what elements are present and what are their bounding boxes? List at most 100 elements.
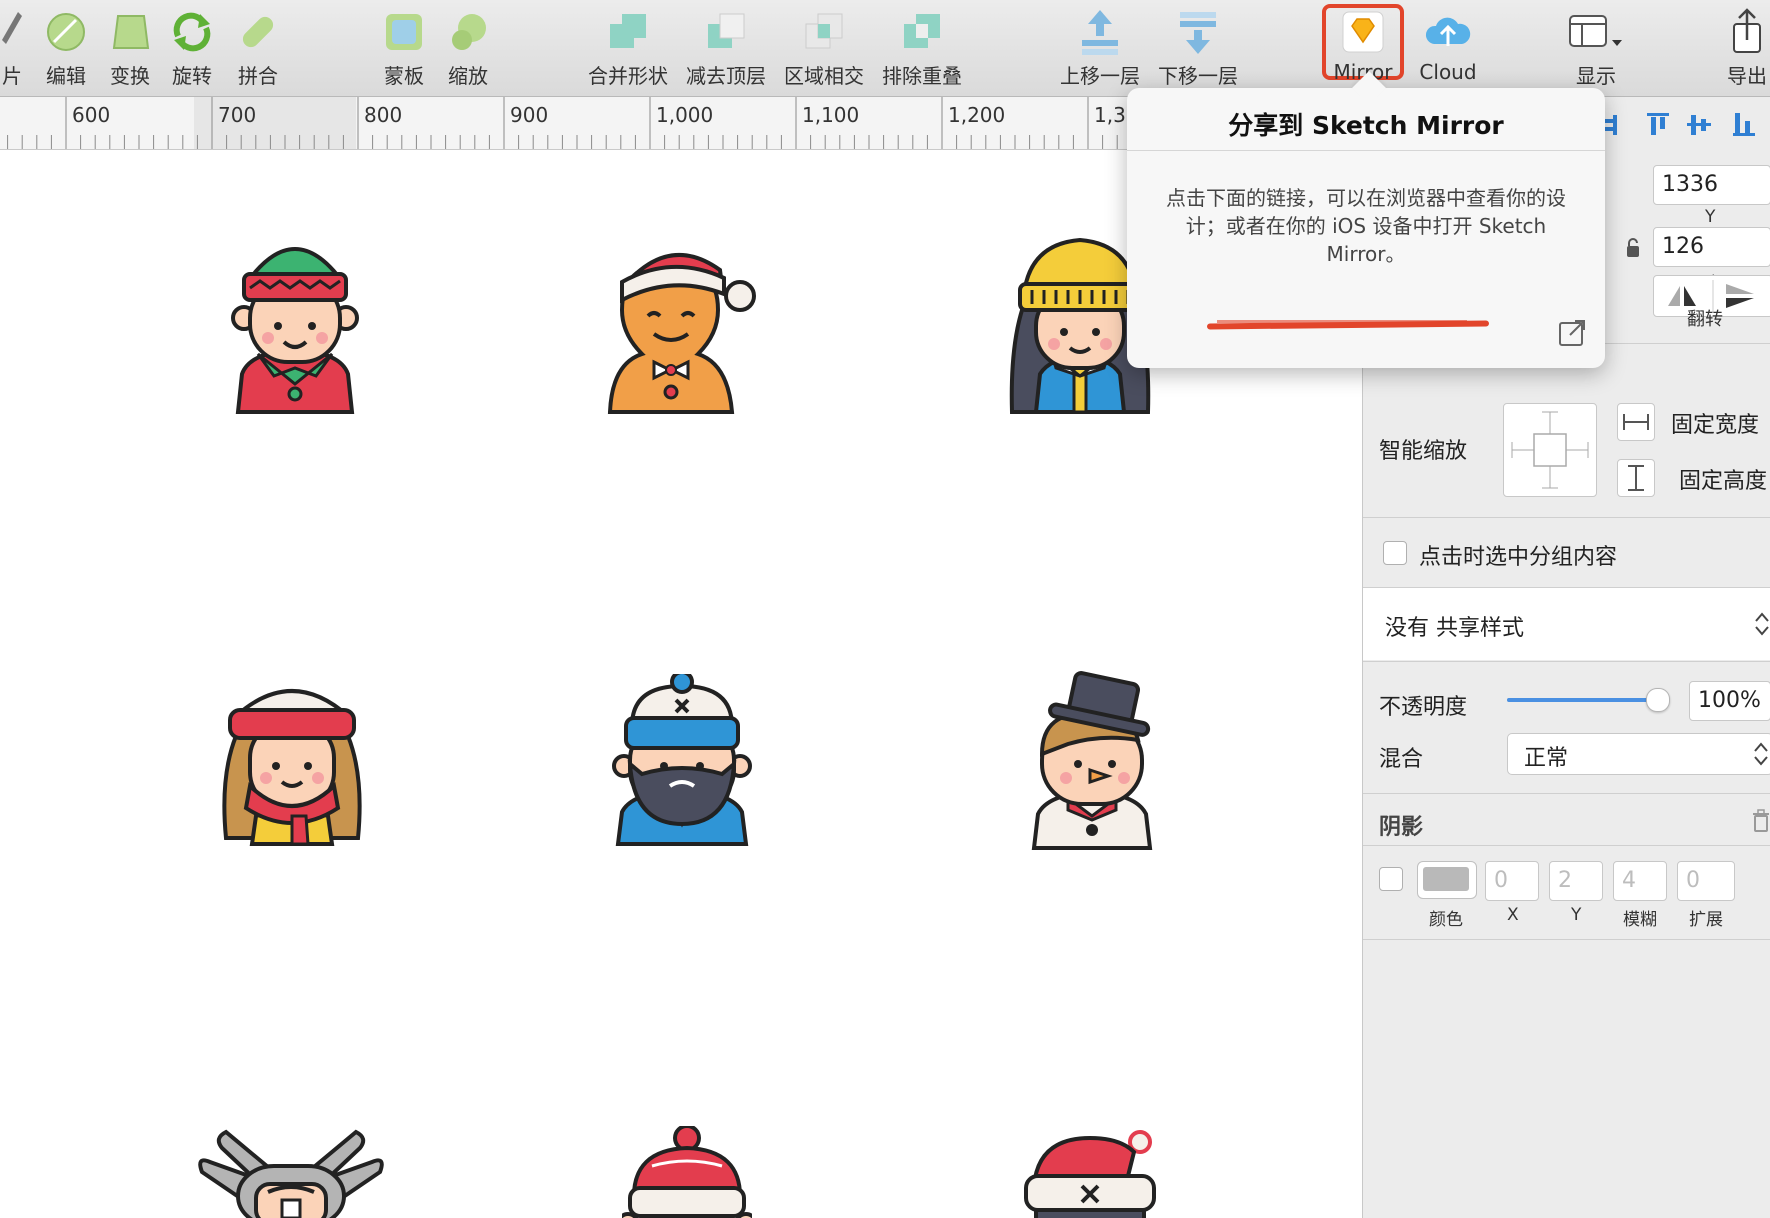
ruler-label: 1,200: [948, 103, 1006, 127]
toolbar-label: 片: [2, 64, 22, 88]
toolbar-label: 旋转: [172, 64, 212, 88]
move-backward-icon: [1180, 12, 1216, 54]
lock-icon[interactable]: [1625, 237, 1641, 259]
toolbar-item-view[interactable]: 显示: [1566, 6, 1626, 89]
toolbar-label: 拼合: [238, 64, 278, 88]
toolbar-label: 显示: [1576, 64, 1616, 88]
ruler-label: 900: [510, 103, 549, 127]
resizing-constraint-diagram: [1511, 411, 1589, 489]
toolbar-item-subtract[interactable]: 减去顶层: [686, 6, 766, 89]
shadow-enabled-checkbox[interactable]: [1379, 867, 1403, 891]
toolbar-item-edit[interactable]: 编辑: [40, 6, 92, 89]
fixed-height-toggle[interactable]: [1617, 459, 1655, 497]
toolbar: 片 编辑 变换 旋转 拼合 蒙板 缩放 合并形状 减去顶层 区域相交 排除重叠: [0, 0, 1770, 97]
height-field[interactable]: 126: [1653, 227, 1770, 267]
popover-divider: [1127, 150, 1605, 151]
open-external-icon[interactable]: [1557, 318, 1587, 348]
shadow-section-title: 阴影: [1379, 815, 1424, 840]
toolbar-item-union[interactable]: 合并形状: [588, 6, 668, 89]
subtract-icon: [708, 13, 745, 48]
click-select-group-checkbox[interactable]: [1383, 541, 1407, 565]
flip-vertical-icon[interactable]: [1726, 284, 1754, 308]
toolbar-label: 减去顶层: [686, 64, 766, 88]
select-arrows-icon: [1755, 612, 1769, 636]
toolbar-item-move-forward[interactable]: 上移一层: [1060, 6, 1140, 89]
sketch-mirror-icon: [1342, 11, 1384, 53]
shared-style-select[interactable]: 没有 共享样式: [1363, 588, 1770, 660]
avatar-elf[interactable]: [220, 234, 370, 414]
union-icon: [610, 14, 646, 48]
pen-icon: [2, 12, 22, 44]
toolbar-label: 编辑: [46, 64, 86, 88]
edit-icon: [47, 13, 85, 51]
ruler-label: 600: [72, 103, 111, 127]
ruler-label: 1,000: [656, 103, 714, 127]
toolbar-label: 缩放: [448, 64, 488, 88]
toolbar-label: Cloud: [1419, 60, 1477, 84]
shadow-color-well[interactable]: [1417, 861, 1477, 899]
mirror-link-redacted[interactable]: [1206, 320, 1490, 332]
opacity-field[interactable]: 100%: [1689, 681, 1770, 721]
shadow-color-swatch: [1423, 867, 1469, 891]
avatar-snowman-top-hat[interactable]: [1012, 670, 1172, 850]
fixed-width-label: 固定宽度: [1671, 413, 1760, 438]
toolbar-item-intersect[interactable]: 区域相交: [784, 6, 864, 89]
divider: [1363, 661, 1770, 662]
flip-label: 翻转: [1687, 309, 1723, 330]
shadow-spread-field[interactable]: 0: [1677, 861, 1735, 901]
shadow-y-field[interactable]: 2: [1549, 861, 1603, 901]
toolbar-label: 排除重叠: [882, 64, 962, 88]
avatar-kid-red-beanie[interactable]: [622, 1126, 752, 1218]
flip-horizontal-icon[interactable]: [1668, 286, 1696, 306]
toolbar-label: 下移一层: [1158, 64, 1238, 88]
align-middle-icon[interactable]: [1687, 115, 1711, 135]
toolbar-item-mirror[interactable]: Mirror: [1326, 6, 1400, 84]
toolbar-item-mask[interactable]: 蒙板: [378, 6, 430, 89]
rotate-icon: [173, 12, 211, 52]
move-forward-icon: [1082, 10, 1118, 55]
shadow-x-label: X: [1507, 905, 1519, 925]
toolbar-item-cloud[interactable]: Cloud: [1412, 6, 1484, 84]
toolbar-item-rotate[interactable]: 旋转: [166, 6, 218, 89]
popover-description: 点击下面的链接，可以在浏览器中查看你的设计；或者在你的 iOS 设备中打开 Sk…: [1166, 186, 1566, 266]
shadow-y-label: Y: [1571, 905, 1582, 925]
resizing-constraint-box[interactable]: [1503, 403, 1597, 497]
toolbar-label: 区域相交: [784, 64, 864, 88]
shadow-blur-field[interactable]: 4: [1613, 861, 1667, 901]
toolbar-label: 上移一层: [1060, 64, 1140, 88]
blend-mode-select[interactable]: 正常: [1507, 733, 1770, 775]
avatar-bearded-man-beanie[interactable]: [612, 674, 752, 846]
toolbar-item-image[interactable]: 片: [0, 6, 24, 89]
avatar-bunny-costume[interactable]: [196, 1122, 386, 1218]
avatar-girl-red-scarf[interactable]: [212, 676, 372, 846]
toolbar-item-flatten[interactable]: 拼合: [232, 6, 284, 89]
fixed-width-toggle[interactable]: [1617, 403, 1655, 441]
toolbar-item-export[interactable]: 导出: [1724, 6, 1770, 89]
avatar-gingerbread-man[interactable]: [592, 234, 762, 414]
toolbar-item-transform[interactable]: 变换: [104, 6, 156, 89]
toolbar-item-scale[interactable]: 缩放: [442, 6, 494, 89]
shadow-blur-label: 模糊: [1623, 910, 1657, 930]
align-bottom-icon[interactable]: [1733, 113, 1755, 136]
opacity-slider[interactable]: [1507, 688, 1670, 712]
alignment-icons: [1603, 113, 1755, 136]
difference-icon: [904, 14, 940, 48]
ruler-label: 1,100: [802, 103, 860, 127]
mask-icon: [386, 14, 422, 50]
toolbar-label: 变换: [110, 64, 150, 88]
avatar-santa-black-face[interactable]: [1020, 1126, 1160, 1218]
y-label: Y: [1705, 207, 1716, 227]
divider: [1363, 939, 1770, 940]
toolbar-item-move-backward[interactable]: 下移一层: [1158, 6, 1238, 89]
opacity-slider-knob[interactable]: [1646, 688, 1670, 712]
toolbar-item-difference[interactable]: 排除重叠: [882, 6, 962, 89]
fixed-height-icon: [1628, 465, 1644, 491]
position-y-field[interactable]: 1336: [1653, 165, 1770, 205]
shadow-x-field[interactable]: 0: [1485, 861, 1539, 901]
align-top-icon[interactable]: [1647, 113, 1669, 135]
align-right-icon[interactable]: [1603, 115, 1617, 135]
fixed-width-icon: [1623, 414, 1649, 430]
view-icon: [1569, 15, 1622, 47]
divider: [1363, 517, 1770, 518]
trash-icon[interactable]: [1751, 809, 1770, 833]
